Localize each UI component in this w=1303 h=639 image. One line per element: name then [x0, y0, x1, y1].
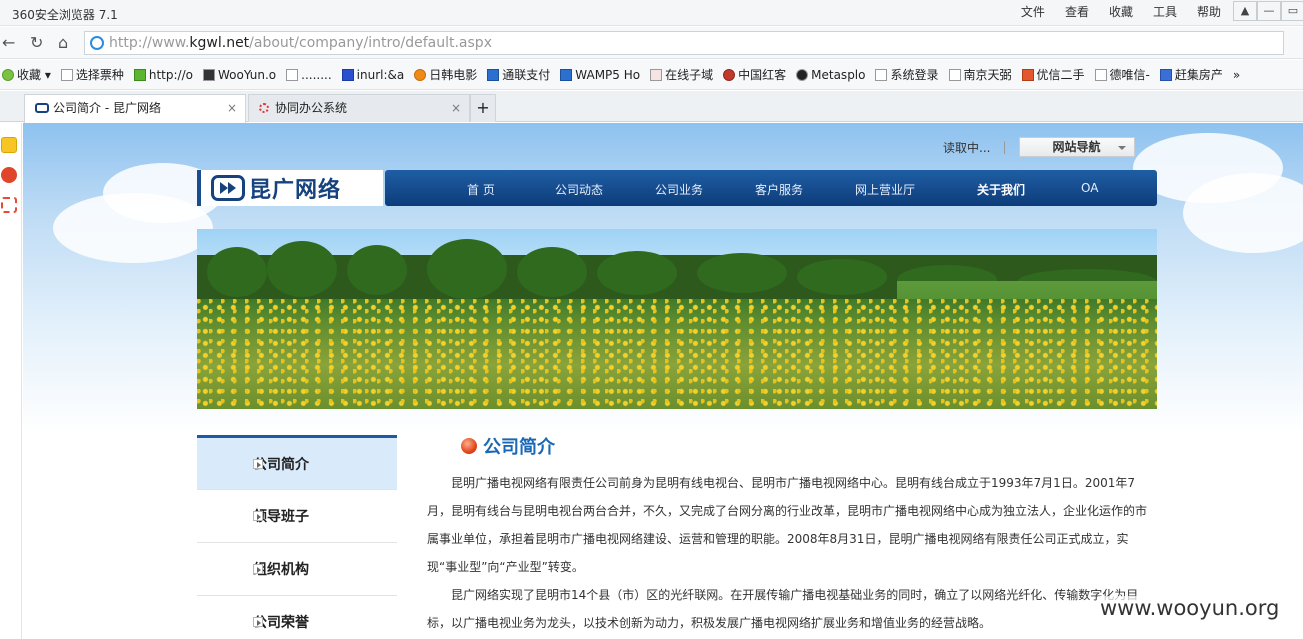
arrow-icon [253, 564, 263, 574]
side-menu: 公司简介 领导班子 组织机构 公司荣誉 [197, 435, 397, 639]
main-content: 公司简介 昆明广播电视网络有限责任公司前身为昆明有线电视台、昆明市广播电视网络中… [427, 435, 1157, 637]
favorite-item[interactable]: 优信二手 [1021, 66, 1085, 83]
main-navigation: 首 页 公司动态 公司业务 客户服务 网上营业厅 关于我们 OA [385, 170, 1157, 206]
section-heading: 公司简介 [461, 435, 1157, 458]
favorites-bar: 收藏 ▾ 选择票种 http://o WooYun.o ........ inu… [0, 60, 1303, 90]
close-tab-icon[interactable]: × [451, 95, 461, 121]
nav-about-us[interactable]: 关于我们 [977, 181, 1025, 198]
favorite-item[interactable]: 南京天弼 [948, 66, 1012, 83]
address-bar-row: ← ↻ ⌂ http://www.kgwl.net/about/company/… [0, 27, 1303, 59]
favorites-button[interactable]: 收藏 ▾ [2, 66, 51, 83]
nav-business[interactable]: 公司业务 [655, 181, 703, 198]
loading-status: 读取中... [943, 140, 991, 155]
url-input[interactable]: http://www.kgwl.net/about/company/intro/… [84, 31, 1284, 55]
site-logo[interactable]: 昆广网络 [197, 170, 383, 206]
favorite-item[interactable]: inurl:&a [341, 68, 404, 82]
favorite-item[interactable]: 系统登录 [875, 66, 939, 83]
home-icon[interactable]: ⌂ [58, 33, 68, 52]
nav-oa[interactable]: OA [1081, 181, 1098, 195]
arrow-icon [253, 511, 263, 521]
tab-oa-system[interactable]: 协同办公系统 × [248, 94, 470, 122]
favorite-item[interactable]: 通联支付 [487, 66, 550, 83]
favorite-item[interactable]: http://o [133, 68, 193, 82]
watermark-text: www.wooyun.org [1098, 596, 1282, 620]
side-menu-company-intro[interactable]: 公司简介 [197, 435, 397, 490]
url-path: /about/company/intro/default.aspx [249, 35, 492, 51]
nav-online-hall[interactable]: 网上营业厅 [855, 181, 915, 198]
new-tab-button[interactable]: + [470, 94, 496, 122]
site-security-icon [90, 36, 104, 50]
favorite-item[interactable]: Metasplo [796, 68, 865, 82]
favorite-item[interactable]: WooYun.o [202, 68, 276, 82]
favorite-item[interactable]: 在线子域 [650, 66, 713, 83]
sunflower-banner-image [197, 229, 1157, 409]
logo-mark-icon [211, 175, 245, 201]
mail-icon[interactable] [1, 197, 17, 213]
arrow-icon [253, 617, 263, 627]
favorite-item[interactable]: 中国红客 [723, 66, 786, 83]
back-icon[interactable]: ← [2, 33, 15, 52]
favorite-item[interactable]: ........ [286, 68, 332, 82]
menu-help[interactable]: 帮助 [1187, 4, 1231, 20]
nav-home[interactable]: 首 页 [467, 181, 495, 198]
menu-tools[interactable]: 工具 [1143, 4, 1187, 20]
browser-menu: 文件 查看 收藏 工具 帮助 [1011, 4, 1231, 20]
star-icon[interactable] [1, 137, 17, 153]
more-favorites-icon[interactable]: » [1233, 68, 1240, 82]
menu-file[interactable]: 文件 [1011, 4, 1055, 20]
weibo-icon[interactable] [1, 167, 17, 183]
loading-icon [259, 103, 269, 113]
intro-paragraph: 昆广网络实现了昆明市14个县（市）区的光纤联网。在开展传输广播电视基础业务的同时… [427, 588, 1139, 630]
menu-favorites[interactable]: 收藏 [1099, 4, 1143, 20]
tab-company-intro[interactable]: 公司简介 - 昆广网络 × [24, 94, 246, 123]
cloud-decoration [53, 193, 213, 263]
nav-customer-service[interactable]: 客户服务 [755, 181, 803, 198]
intro-paragraph: 昆明广播电视网络有限责任公司前身为昆明有线电视台、昆明市广播电视网络中心。昆明有… [427, 476, 1148, 574]
web-page: 读取中... | 网站导航 昆广网络 首 页 公司动态 公司业务 客户服务 网上… [23, 123, 1303, 639]
browser-title: 360安全浏览器 7.1 [12, 8, 118, 22]
site-favicon-icon [35, 103, 49, 113]
url-domain: kgwl.net [189, 35, 250, 51]
bullet-icon [461, 438, 477, 454]
favorite-item[interactable]: 赶集房产 [1159, 66, 1223, 83]
arrow-icon [253, 459, 263, 469]
refresh-icon[interactable]: ↻ [30, 33, 43, 52]
top-links: 读取中... | 网站导航 [943, 137, 1135, 157]
browser-title-bar: 360安全浏览器 7.1 文件 查看 收藏 工具 帮助 ▲ — ▭ [0, 0, 1303, 26]
cloud-decoration [1183, 173, 1303, 253]
nav-company-news[interactable]: 公司动态 [555, 181, 603, 198]
side-menu-leadership[interactable]: 领导班子 [197, 490, 397, 543]
url-prefix: http://www. [109, 35, 190, 51]
site-navigation-dropdown[interactable]: 网站导航 [1018, 137, 1135, 157]
favorite-item[interactable]: 日韩电影 [414, 66, 477, 83]
section-title: 公司简介 [483, 437, 555, 458]
favorite-item[interactable]: 德唯信- [1094, 66, 1150, 83]
close-tab-icon[interactable]: × [227, 95, 237, 121]
side-menu-honors[interactable]: 公司荣誉 [197, 596, 397, 639]
skin-icon[interactable]: ▲ [1233, 1, 1257, 21]
menu-view[interactable]: 查看 [1055, 4, 1099, 20]
minimize-icon[interactable]: — [1257, 1, 1281, 21]
favorite-item[interactable]: WAMP5 Ho [560, 68, 640, 82]
maximize-icon[interactable]: ▭ [1281, 1, 1303, 21]
sidebar-tools [0, 123, 22, 639]
tab-bar: 公司简介 - 昆广网络 × 协同办公系统 × + [0, 91, 1303, 123]
side-menu-organization[interactable]: 组织机构 [197, 543, 397, 596]
logo-text: 昆广网络 [249, 178, 342, 203]
favorite-item[interactable]: 选择票种 [60, 66, 124, 83]
